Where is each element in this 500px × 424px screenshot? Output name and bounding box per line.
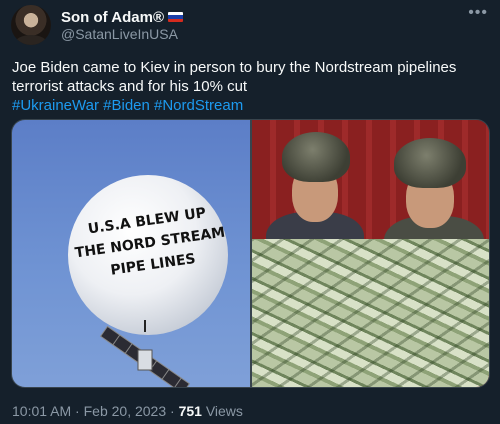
author-display-name[interactable]: Son of Adam® <box>61 9 164 26</box>
tweet-hashtags[interactable]: #UkraineWar #Biden #NordStream <box>12 97 243 114</box>
left-person-helmet <box>282 132 350 182</box>
tweet-body: Joe Biden came to Kiev in person to bury… <box>12 59 457 95</box>
media-balloon-image[interactable]: U.S.A BLEW UP THE NORD STREAM PIPE LINES <box>12 120 250 387</box>
meta-separator: · <box>166 403 179 419</box>
russia-flag-icon <box>168 12 183 22</box>
author-handle[interactable]: @SatanLiveInUSA <box>61 26 178 42</box>
balloon-payload <box>99 320 191 387</box>
meta-separator: · <box>71 403 84 419</box>
right-person-helmet <box>394 138 466 188</box>
author-name-row[interactable]: Son of Adam® <box>61 7 183 27</box>
views-label: Views <box>201 403 243 419</box>
money-pile <box>252 239 489 387</box>
media-money-image[interactable] <box>252 120 489 387</box>
author-avatar[interactable] <box>11 5 51 45</box>
tweet-date[interactable]: Feb 20, 2023 <box>84 403 167 419</box>
views-count: 751 <box>178 403 202 419</box>
tweet-meta: 10:01 AM · Feb 20, 2023 · 751 Views <box>12 403 243 419</box>
tweet-media[interactable]: U.S.A BLEW UP THE NORD STREAM PIPE LINES <box>11 119 490 388</box>
tweet-time[interactable]: 10:01 AM <box>12 403 71 419</box>
more-horizontal-icon[interactable]: ••• <box>468 4 488 22</box>
tweet-text: Joe Biden came to Kiev in person to bury… <box>12 58 492 115</box>
